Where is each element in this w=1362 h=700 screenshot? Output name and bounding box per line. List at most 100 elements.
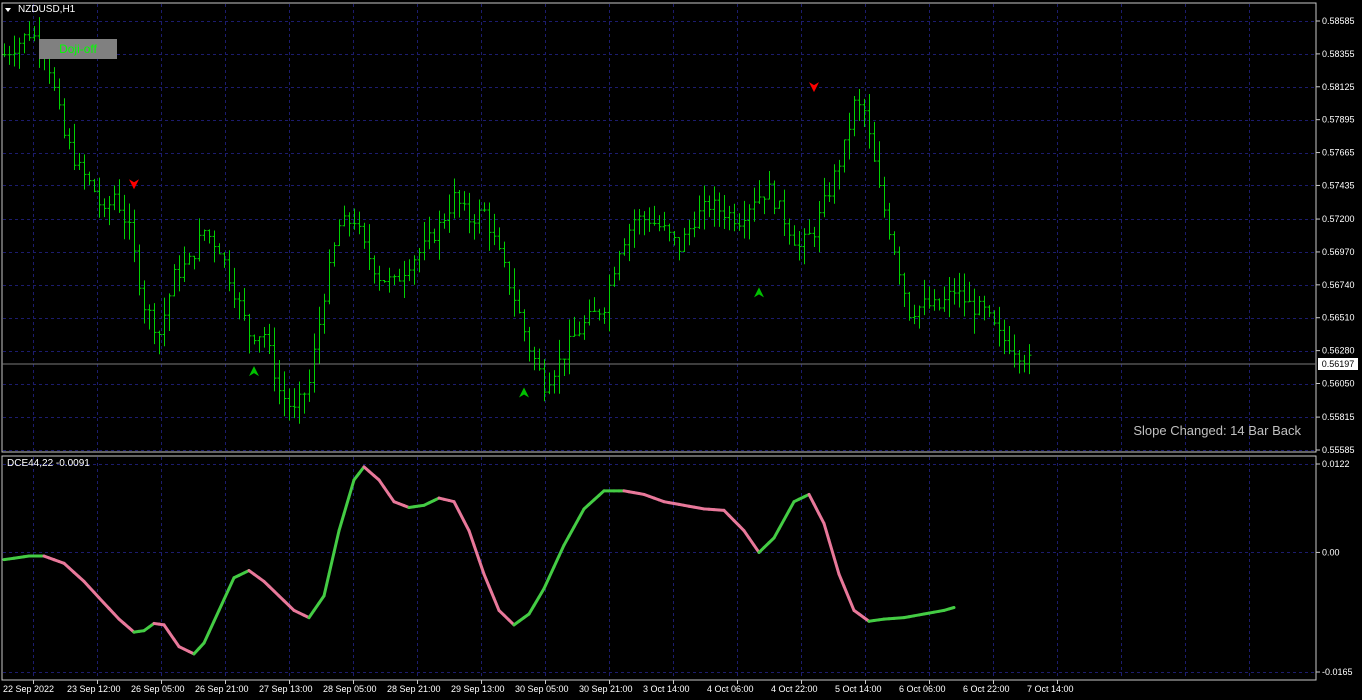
price-bar [72,123,77,171]
price-tick-label: 0.58355 [1322,49,1355,59]
price-bar [897,246,902,285]
price-bar [1012,334,1017,368]
indicator-segment [812,502,821,516]
price-bar [337,219,342,247]
price-bar [487,202,492,251]
price-bar [1017,349,1022,374]
indicator-segment [342,495,351,516]
price-bar [822,177,827,218]
price-bar [667,223,672,242]
price-bar [157,330,162,355]
price-bar [152,303,157,345]
price-bar [842,139,847,173]
price-bar [637,208,642,235]
price-bar [732,203,737,232]
indicator-segment [777,518,786,531]
price-bar [532,346,537,371]
time-tick-label: 28 Sep 21:00 [387,684,441,694]
price-bar [67,128,72,150]
price-bar [142,280,147,324]
price-bar [222,252,227,268]
indicator-segment [547,565,556,580]
price-bar [417,247,422,273]
price-bar [957,272,962,308]
price-bar [317,306,322,364]
price-bar [812,226,817,247]
price-tick-label: 0.55585 [1322,445,1355,455]
price-bar [617,250,622,281]
price-bar [682,227,687,252]
price-bar [257,336,262,353]
price-bar [472,214,477,240]
price-bar [342,205,347,227]
price-bar [282,371,287,417]
price-bar [112,185,117,211]
price-bar [442,213,447,229]
price-bar [87,171,92,186]
price-bar [107,196,112,226]
price-bar [412,255,417,285]
price-bar [612,266,617,287]
indicator-tick-label: 0.00 [1322,547,1340,557]
price-bar [452,178,457,219]
signal-arrows [129,82,819,398]
indicator-segment [332,529,341,554]
price-bar [802,228,807,265]
indicator-segment [202,630,211,645]
price-bar [252,334,257,345]
indicator-segment [467,529,476,547]
indicator-axis: 0.0122 0.00 -0.0165 [1316,459,1353,677]
price-bar [457,189,462,218]
price-bar [827,182,832,202]
price-bar [587,299,592,326]
price-bar [422,222,427,261]
doji-toggle-button[interactable]: Doji-off [39,39,117,59]
price-bar [387,267,392,293]
indicator-pane-title: DCE44,22 -0.0091 [7,458,90,469]
price-bar [327,249,332,305]
price-bar [722,195,727,230]
price-bar [492,213,497,246]
price-bar [307,369,312,402]
indicator-segment [787,500,796,513]
price-bar [872,121,877,162]
time-tick-label: 22 Sep 2022 [3,684,54,694]
price-bar [172,264,177,297]
time-tick-label: 6 Oct 22:00 [963,684,1010,694]
price-bar [962,273,967,317]
time-tick-label: 23 Sep 12:00 [67,684,121,694]
indicator-segment [842,584,851,600]
indicator-segment [492,596,501,612]
price-bar [502,241,507,268]
indicator-segment [557,543,566,558]
symbol-menu-icon[interactable] [5,8,11,12]
price-bar [717,192,722,227]
price-bar [1002,319,1007,355]
price-tick-label: 0.55815 [1322,412,1355,422]
price-bar [227,250,232,292]
indicator-segment [837,572,846,588]
price-bar [362,222,367,249]
price-tick-label: 0.57435 [1322,180,1355,190]
price-bar [907,291,912,321]
indicator-segment [572,516,581,529]
price-bar [697,195,702,230]
indicator-segment [337,512,346,533]
price-bar [727,205,732,231]
indicator-tick-label: 0.0122 [1322,459,1350,469]
indicator-segment [562,534,571,547]
price-bar [467,192,472,234]
price-bar [757,180,762,204]
price-bar [937,298,942,311]
price-bar [817,201,822,253]
price-bars [2,17,1032,424]
indicator-segment [327,550,336,576]
price-bar [167,293,172,332]
price-bar [547,372,552,395]
price-bar [187,252,192,265]
indicator-segment [552,554,561,569]
price-bar [867,94,872,149]
price-tick-label: 0.56280 [1322,346,1355,356]
price-bar [642,211,647,236]
price-bar [372,255,377,284]
